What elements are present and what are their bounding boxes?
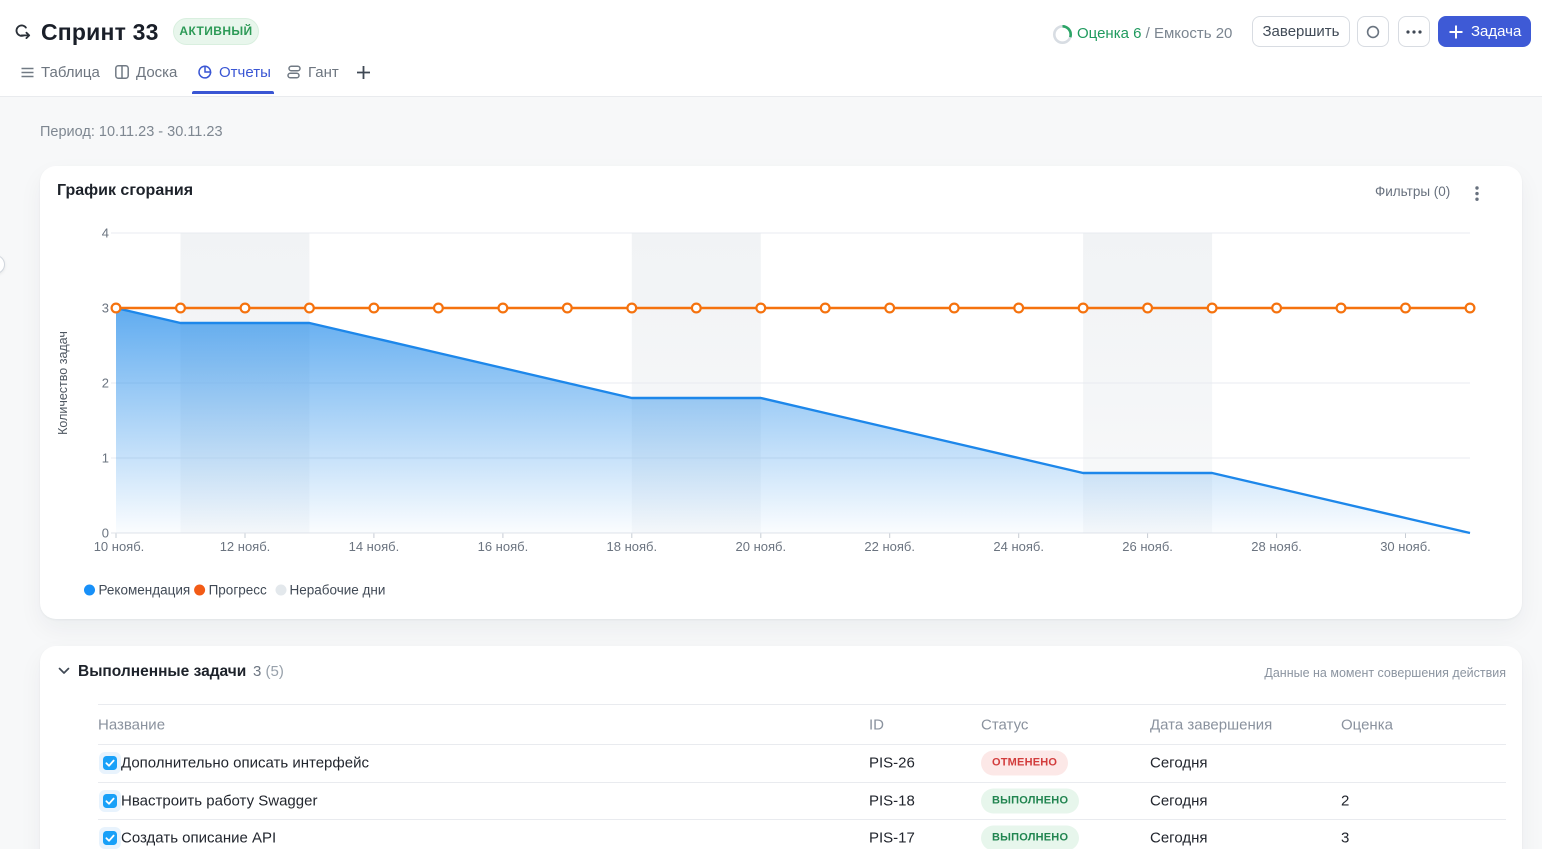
svg-text:22 нояб.: 22 нояб.: [864, 539, 915, 554]
svg-text:14 нояб.: 14 нояб.: [349, 539, 400, 554]
svg-text:26 нояб.: 26 нояб.: [1122, 539, 1173, 554]
svg-text:2: 2: [102, 376, 109, 391]
svg-text:1: 1: [102, 451, 109, 466]
svg-text:30 нояб.: 30 нояб.: [1380, 539, 1431, 554]
svg-text:3: 3: [102, 301, 109, 316]
svg-text:4: 4: [102, 226, 109, 241]
svg-text:Рекомендация: Рекомендация: [99, 583, 191, 598]
svg-text:Количество задач: Количество задач: [56, 331, 70, 435]
svg-text:20 нояб.: 20 нояб.: [736, 539, 787, 554]
svg-text:Прогресс: Прогресс: [209, 583, 267, 598]
svg-text:24 нояб.: 24 нояб.: [993, 539, 1044, 554]
svg-text:12 нояб.: 12 нояб.: [220, 539, 271, 554]
svg-text:18 нояб.: 18 нояб.: [607, 539, 658, 554]
svg-text:Нерабочие дни: Нерабочие дни: [290, 583, 386, 598]
svg-text:10 нояб.: 10 нояб.: [94, 539, 145, 554]
svg-text:28 нояб.: 28 нояб.: [1251, 539, 1302, 554]
svg-text:16 нояб.: 16 нояб.: [478, 539, 529, 554]
